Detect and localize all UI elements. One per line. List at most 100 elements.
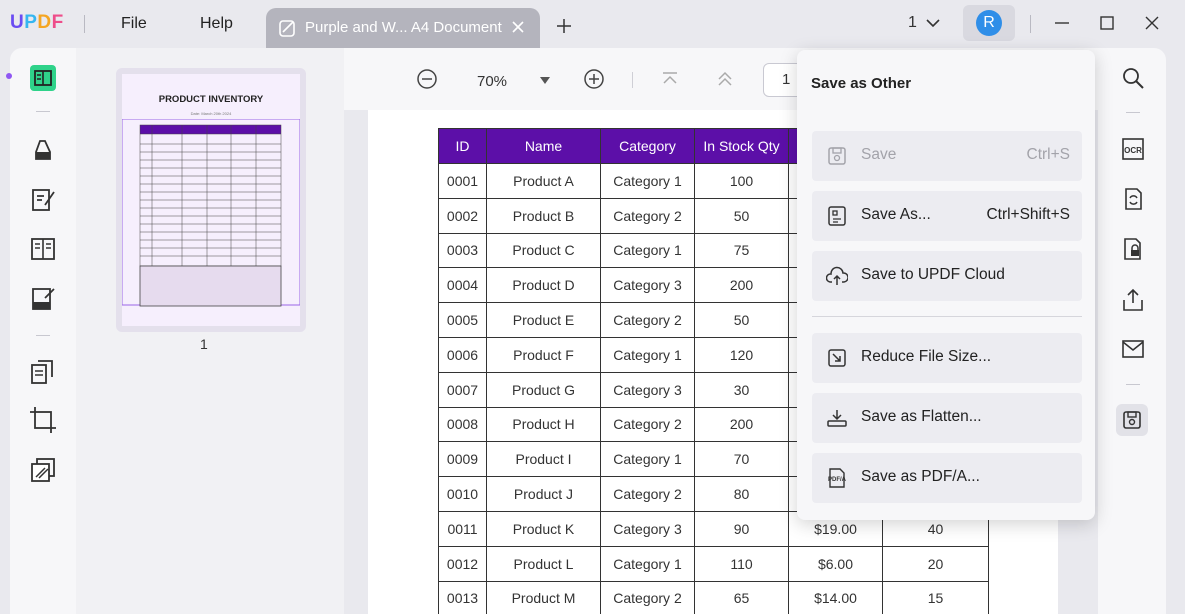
table-cell: Product F — [486, 336, 601, 373]
save-as-flatten-menu-item[interactable]: Save as Flatten... — [812, 393, 1082, 443]
popup-divider — [812, 316, 1082, 317]
save-as-menu-item[interactable]: Save As... Ctrl+Shift+S — [812, 191, 1082, 241]
thumbnail-title: PRODUCT INVENTORY — [158, 94, 264, 105]
zoom-out-icon[interactable] — [416, 68, 438, 90]
menu-help[interactable]: Help — [200, 15, 233, 33]
save-menu-item[interactable]: Save Ctrl+S — [812, 131, 1082, 181]
save-as-shortcut: Ctrl+Shift+S — [986, 206, 1070, 223]
save-as-pdfa-menu-item[interactable]: PDF/A Save as PDF/A... — [812, 453, 1082, 503]
close-tab-icon[interactable] — [510, 19, 526, 35]
table-cell: Product B — [486, 197, 601, 234]
table-cell: 75 — [694, 232, 789, 269]
ocr-icon[interactable]: OCR — [1120, 136, 1146, 162]
compress-icon — [828, 349, 846, 367]
header-in-stock-qty: In Stock Qty — [694, 128, 789, 164]
table-cell: $14.00 — [788, 580, 883, 614]
save-to-cloud-label: Save to UPDF Cloud — [861, 266, 1005, 283]
zoom-level[interactable]: 70% — [477, 73, 507, 90]
table-cell: Product L — [486, 545, 601, 582]
header-name: Name — [486, 128, 601, 164]
table-cell: 70 — [694, 441, 789, 478]
window-count[interactable]: 1 — [908, 14, 917, 32]
pdfa-icon: PDF/A — [828, 468, 847, 488]
highlighter-icon[interactable] — [28, 135, 58, 165]
table-cell: 200 — [694, 267, 789, 304]
header-category: Category — [600, 128, 695, 164]
crop-icon[interactable] — [28, 405, 58, 435]
table-cell: 65 — [694, 580, 789, 614]
convert-pages-icon[interactable] — [28, 357, 58, 387]
previous-page-icon[interactable] — [714, 68, 736, 90]
new-tab-icon[interactable] — [555, 17, 573, 35]
organize-pages-icon[interactable] — [28, 234, 58, 264]
zoom-dropdown-icon[interactable] — [540, 77, 550, 84]
reduce-file-size-menu-item[interactable]: Reduce File Size... — [812, 333, 1082, 383]
convert-icon[interactable] — [1120, 186, 1146, 212]
document-tab[interactable]: Purple and W... A4 Document — [266, 8, 540, 48]
table-cell: Category 1 — [600, 232, 695, 269]
right-tool-rail: OCR — [1098, 48, 1166, 614]
first-page-icon[interactable] — [659, 68, 681, 90]
table-cell: Product H — [486, 406, 601, 443]
table-cell: Product J — [486, 476, 601, 512]
search-icon[interactable] — [1120, 65, 1146, 91]
table-cell: Category 1 — [600, 336, 695, 373]
table-cell: 0005 — [438, 302, 487, 338]
table-cell: 0013 — [438, 580, 487, 614]
thumbnail-panel: PRODUCT INVENTORY Date: March 20th 2024 … — [76, 48, 344, 614]
fill-sign-icon[interactable] — [28, 284, 58, 314]
table-cell: Category 2 — [600, 406, 695, 443]
table-cell: Product I — [486, 441, 601, 478]
save-shortcut: Ctrl+S — [1026, 146, 1071, 163]
table-cell: 0006 — [438, 336, 487, 373]
updf-logo: UPDF — [10, 12, 64, 33]
table-cell: 50 — [694, 197, 789, 234]
rail-divider-2 — [36, 335, 50, 336]
share-icon[interactable] — [1120, 287, 1146, 313]
rail-divider — [36, 111, 50, 112]
table-cell: Product D — [486, 267, 601, 304]
minimize-icon[interactable] — [1053, 14, 1071, 32]
thumbnail-table-preview — [122, 119, 300, 307]
table-cell: Product C — [486, 232, 601, 269]
maximize-icon[interactable] — [1098, 14, 1116, 32]
save-as-pdfa-label: Save as PDF/A... — [861, 468, 980, 485]
close-window-icon[interactable] — [1143, 14, 1161, 32]
table-cell: Category 1 — [600, 545, 695, 582]
table-cell: 200 — [694, 406, 789, 443]
table-cell: 15 — [882, 580, 989, 614]
menu-file[interactable]: File — [121, 15, 147, 33]
title-bar: UPDF File Help Purple and W... A4 Docume… — [0, 0, 1185, 48]
save-as-other-popup: Save as Other Save Ctrl+S Save As... Ctr… — [797, 50, 1095, 520]
table-cell: $6.00 — [788, 545, 883, 582]
rail-divider — [1126, 112, 1140, 113]
table-cell: Category 3 — [600, 510, 695, 547]
tab-title: Purple and W... A4 Document — [305, 19, 502, 36]
save-to-cloud-menu-item[interactable]: Save to UPDF Cloud — [812, 251, 1082, 301]
protect-icon[interactable] — [1120, 236, 1146, 262]
avatar: R — [976, 10, 1002, 36]
popup-title: Save as Other — [811, 75, 912, 92]
chevron-down-icon[interactable] — [925, 17, 941, 29]
save-disk-icon — [1123, 411, 1141, 429]
edit-text-icon[interactable] — [28, 185, 58, 215]
table-cell: 0011 — [438, 510, 487, 547]
reader-icon[interactable] — [28, 63, 58, 93]
email-icon[interactable] — [1120, 336, 1146, 362]
table-cell: 0002 — [438, 197, 487, 234]
header-id: ID — [438, 128, 487, 164]
table-cell: 100 — [694, 163, 789, 199]
table-cell: Category 1 — [600, 441, 695, 478]
table-cell: Category 3 — [600, 371, 695, 408]
account-button[interactable]: R — [963, 5, 1015, 41]
layers-icon[interactable] — [28, 455, 58, 485]
thumbnail-date: Date: March 20th 2024 — [190, 111, 232, 116]
table-cell: Category 1 — [600, 163, 695, 199]
zoom-in-icon[interactable] — [583, 68, 605, 90]
left-tool-rail — [6, 48, 76, 614]
cloud-upload-icon — [826, 266, 848, 285]
save-as-other-button[interactable] — [1116, 404, 1148, 436]
page-thumbnail[interactable]: PRODUCT INVENTORY Date: March 20th 2024 — [116, 68, 306, 332]
reduce-file-size-label: Reduce File Size... — [861, 348, 992, 365]
table-cell: Category 2 — [600, 197, 695, 234]
